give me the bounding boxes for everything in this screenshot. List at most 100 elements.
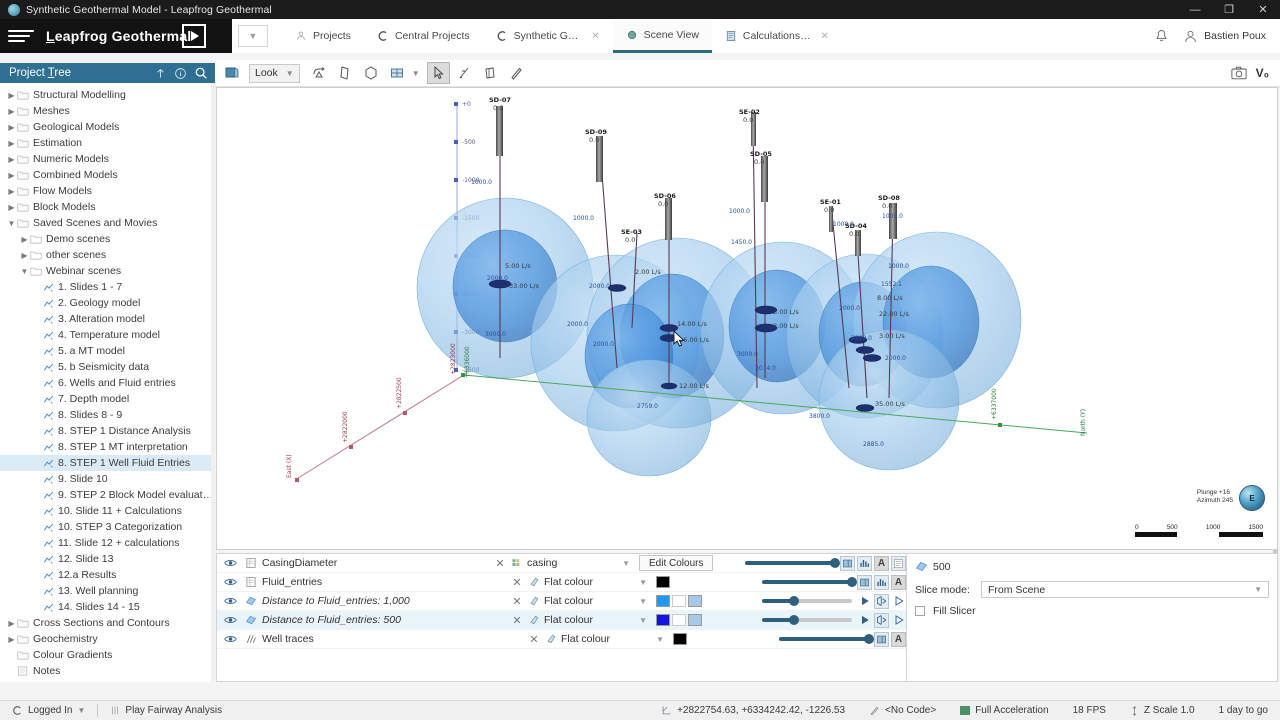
tree-item[interactable]: ▶ other scenes [0, 247, 214, 263]
chevron-right-icon[interactable]: ▶ [6, 187, 17, 196]
tab-synthetic-geothermal-mo[interactable]: Synthetic Geothermal Mo... ✕ [483, 19, 613, 53]
outline-icon[interactable] [891, 594, 906, 609]
tab-projects[interactable]: Projects [282, 19, 364, 53]
list-icon[interactable] [891, 555, 906, 571]
chevron-down-icon[interactable]: ▼ [78, 706, 86, 715]
tree-item[interactable]: 12. Slide 13 [0, 551, 214, 567]
colour-swatch[interactable] [688, 614, 702, 626]
menu-icon[interactable] [8, 30, 38, 42]
opacity-slider[interactable] [779, 634, 874, 644]
chevron-right-icon[interactable]: ▶ [6, 171, 17, 180]
remove-shape-button[interactable]: ✕ [506, 614, 528, 627]
tab-central-projects[interactable]: Central Projects [364, 19, 483, 53]
tree-item[interactable]: ▼ Saved Scenes and Movies [0, 215, 214, 231]
chevron-right-icon[interactable]: ▶ [6, 91, 17, 100]
close-button[interactable]: ✕ [1246, 0, 1280, 19]
tree-item[interactable]: Notes [0, 663, 214, 679]
visibility-toggle-icon[interactable] [217, 596, 243, 606]
colour-by-select[interactable]: casing ▼ [511, 557, 636, 569]
move-icon[interactable] [479, 62, 502, 84]
colour-by-select[interactable]: Flat colour ▼ [528, 576, 653, 588]
fill-slicer-row[interactable]: Fill Slicer [915, 605, 1269, 617]
play-icon[interactable] [857, 594, 872, 609]
collapse-up-icon[interactable] [154, 67, 167, 80]
tree-item[interactable]: 3. Alteration model [0, 311, 214, 327]
chevron-right-icon[interactable]: ▶ [19, 235, 30, 244]
outline-icon[interactable] [891, 613, 906, 628]
tree-item[interactable]: 8. STEP 1 Distance Analysis [0, 423, 214, 439]
histogram-icon[interactable] [874, 574, 889, 590]
tree-item[interactable]: ▶ Geological Models [0, 119, 214, 135]
opacity-slider[interactable] [762, 596, 852, 606]
chevron-right-icon[interactable]: ▶ [6, 123, 17, 132]
search-icon[interactable] [194, 66, 208, 80]
scene-viewport[interactable]: +0 -500 -1000 -1500 -2000 -2500 -3000 -3… [216, 87, 1278, 550]
chevron-down-icon[interactable]: ▼ [19, 267, 30, 276]
flip-icon[interactable] [874, 593, 889, 609]
tree-item[interactable]: ▼ Webinar scenes [0, 263, 214, 279]
slice-mode-select[interactable]: From Scene ▼ [981, 581, 1269, 598]
shape-row[interactable]: Well traces ✕ Flat colour ▼ A [217, 630, 906, 649]
tree-item[interactable]: 5. b Seismicity data [0, 359, 214, 375]
measure-icon[interactable] [453, 62, 476, 84]
remove-shape-button[interactable]: ✕ [506, 576, 528, 589]
colour-by-select[interactable]: Flat colour ▼ [528, 595, 653, 607]
play-icon[interactable] [857, 613, 872, 628]
tree-item[interactable]: 5. a MT model [0, 343, 214, 359]
minimize-button[interactable]: — [1178, 0, 1212, 19]
legend-icon[interactable] [857, 574, 872, 590]
colour-swatch[interactable] [672, 614, 686, 626]
tree-item[interactable]: ▶ Numeric Models [0, 151, 214, 167]
edit-colours-button[interactable]: Edit Colours [639, 555, 714, 571]
notification-bell-icon[interactable] [1154, 29, 1169, 44]
tree-item[interactable]: Colour Gradients [0, 647, 214, 663]
shape-row[interactable]: Distance to Fluid_entries: 1,000 ✕ Flat co… [217, 592, 906, 611]
logged-in-status[interactable]: Logged In ▼ [0, 705, 97, 716]
colour-swatch[interactable] [656, 576, 670, 588]
tree-item[interactable]: 1. Slides 1 - 7 [0, 279, 214, 295]
opacity-slider[interactable] [762, 577, 857, 587]
chevron-right-icon[interactable]: ▶ [6, 107, 17, 116]
ruler-icon[interactable] [505, 62, 528, 84]
project-tree[interactable]: ▶ Structural Modelling ▶ Meshes ▶ Geological … [0, 83, 215, 682]
text-icon[interactable]: A [891, 631, 906, 647]
legend-icon[interactable] [874, 631, 889, 647]
visibility-toggle-icon[interactable] [217, 634, 243, 644]
look-dropdown[interactable]: Look ▼ [249, 63, 300, 83]
histogram-icon[interactable] [857, 555, 872, 571]
tree-item[interactable]: 9. Slide 10 [0, 471, 214, 487]
chevron-down-icon[interactable]: ▼ [238, 25, 268, 47]
slicer-icon[interactable] [386, 62, 409, 84]
chevron-right-icon[interactable]: ▶ [6, 155, 17, 164]
tree-item[interactable]: ▶ Geochemistry [0, 631, 214, 647]
zscale-status[interactable]: Z Scale 1.0 [1118, 705, 1207, 717]
tab-close-icon[interactable]: ✕ [821, 31, 829, 42]
tree-item-selected[interactable]: 8. STEP 1 Well Fluid Entries [0, 455, 214, 471]
tree-item[interactable]: 14. Slides 14 - 15 [0, 599, 214, 615]
flip-icon[interactable] [874, 612, 889, 628]
colour-swatch[interactable] [656, 595, 670, 607]
remove-shape-button[interactable]: ✕ [506, 595, 528, 608]
shape-row[interactable]: CasingDiameter ✕ casing ▼ Edit Colours A [217, 554, 906, 573]
chevron-down-icon[interactable]: ▼ [6, 219, 17, 228]
tree-item[interactable]: 13. Well planning [0, 583, 214, 599]
tree-item[interactable]: 12.a Results [0, 567, 214, 583]
visibility-toggle-icon[interactable] [217, 615, 243, 625]
chevron-right-icon[interactable]: ▶ [6, 139, 17, 148]
shape-list[interactable]: CasingDiameter ✕ casing ▼ Edit Colours A Fluid… [216, 553, 906, 682]
shape-row[interactable]: Distance to Fluid_entries: 500 ✕ Flat colo… [217, 611, 906, 630]
plane-icon[interactable] [334, 62, 357, 84]
colour-swatch[interactable] [673, 633, 687, 645]
rotate-icon[interactable] [308, 62, 331, 84]
tree-item[interactable]: 9. STEP 2 Block Model evaluation [0, 487, 214, 503]
colour-by-select[interactable]: Flat colour ▼ [528, 614, 653, 626]
text-icon[interactable]: A [874, 555, 889, 571]
code-status[interactable]: <No Code> [857, 705, 948, 716]
tree-item[interactable]: 10. Slide 11 + Calculations [0, 503, 214, 519]
tab-scene-view[interactable]: Scene View [612, 19, 712, 53]
tree-item[interactable]: 8. Slides 8 - 9 [0, 407, 214, 423]
tree-item[interactable]: ▶ Combined Models [0, 167, 214, 183]
screenshot-icon[interactable] [1231, 66, 1247, 80]
clipping-icon[interactable] [360, 62, 383, 84]
tree-item[interactable]: 8. STEP 1 MT interpretation [0, 439, 214, 455]
